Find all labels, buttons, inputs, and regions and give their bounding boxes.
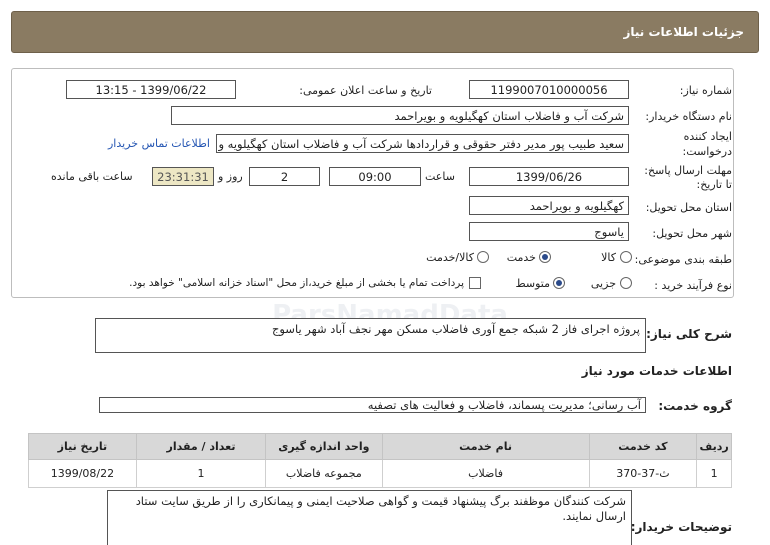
buyer-org-field: شرکت آب و فاضلاب استان کهگیلویه و بویراح…: [171, 106, 629, 125]
buyer-contact-link[interactable]: اطلاعات تماس خریدار: [108, 137, 210, 150]
col-need-date: تاریخ نیاز: [28, 433, 137, 460]
creator-field: سعید طبیب پور مدیر دفتر حقوقی و قرارداده…: [216, 134, 629, 153]
announce-date-label: تاریخ و ساعت اعلان عمومی:: [299, 84, 432, 97]
cell-row-number: 1: [696, 459, 732, 488]
category-radio-goods-service[interactable]: [477, 251, 489, 263]
service-group-field: آب رسانی؛ مدیریت پسماند، فاضلاب و فعالیت…: [99, 397, 646, 413]
buyer-notes-label: توضیحات خریدار:: [630, 520, 732, 534]
city-field: یاسوج: [469, 222, 629, 241]
col-service-code: کد خدمت: [588, 433, 698, 460]
category-label: طبقه بندی موضوعی:: [634, 253, 732, 266]
summary-label: شرح کلی نیاز:: [646, 327, 732, 341]
services-table-header: ردیف کد خدمت نام خدمت واحد اندازه گیری ت…: [28, 433, 732, 460]
deadline-date-field: 1399/06/26: [469, 167, 629, 186]
province-field: کهگیلویه و بویراحمد: [469, 196, 629, 215]
category-option-service: خدمت: [506, 251, 536, 264]
province-label: استان محل تحویل:: [645, 201, 732, 214]
process-option-medium: متوسط: [515, 277, 550, 290]
cell-service-code: ث-37-370: [588, 459, 698, 488]
cell-service-name: فاضلاب: [381, 459, 590, 488]
category-radio-service[interactable]: [539, 251, 551, 263]
cell-need-date: 1399/08/22: [28, 459, 137, 488]
deadline-time-label: ساعت: [425, 170, 455, 183]
col-quantity: تعداد / مقدار: [135, 433, 267, 460]
announce-date-field: 1399/06/22 - 13:15: [66, 80, 236, 99]
treasury-payment-note: پرداخت تمام یا بخشی از مبلغ خرید،از محل …: [129, 277, 464, 289]
deadline-time-field: 09:00: [329, 167, 421, 186]
creator-label-line1: ایجاد کننده: [683, 130, 732, 143]
deadline-label-line2: تا تاریخ:: [696, 178, 732, 191]
treasury-payment-checkbox[interactable]: [469, 277, 481, 289]
days-label: روز و: [218, 170, 243, 183]
remaining-time-field: 23:31:31: [152, 167, 214, 186]
process-option-minor: جزیی: [590, 277, 616, 290]
remaining-time-label: ساعت باقی مانده: [51, 170, 133, 183]
summary-field: پروژه اجرای فاز 2 شبکه جمع آوری فاضلاب م…: [95, 318, 646, 353]
need-number-label: شماره نیاز:: [679, 84, 732, 97]
col-unit: واحد اندازه گیری: [265, 433, 383, 460]
cell-unit: مجموعه فاضلاب: [265, 459, 383, 488]
city-label: شهر محل تحویل:: [652, 227, 732, 240]
col-service-name: نام خدمت: [381, 433, 590, 460]
need-number-field: 1199007010000056: [469, 80, 629, 99]
process-radio-minor[interactable]: [620, 277, 632, 289]
process-type-label: نوع فرآیند خرید :: [654, 279, 732, 292]
buyer-notes-field: شرکت کنندگان موظفند برگ پیشنهاد قیمت و گ…: [107, 490, 632, 545]
services-table: ردیف کد خدمت نام خدمت واحد اندازه گیری ت…: [28, 433, 732, 488]
page-header: جزئیات اطلاعات نیاز: [11, 11, 759, 53]
buyer-org-label: نام دستگاه خریدار:: [645, 110, 732, 123]
cell-quantity: 1: [135, 459, 267, 488]
days-remaining-field: 2: [249, 167, 320, 186]
page-title: جزئیات اطلاعات نیاز: [623, 25, 744, 39]
category-option-goods-service: کالا/خدمت: [426, 251, 474, 264]
category-option-goods: کالا: [601, 251, 616, 264]
col-row-number: ردیف: [696, 433, 732, 460]
deadline-label-line1: مهلت ارسال پاسخ:: [644, 164, 732, 177]
category-radio-goods[interactable]: [620, 251, 632, 263]
creator-label-line2: درخواست:: [682, 145, 732, 158]
process-radio-medium[interactable]: [553, 277, 565, 289]
service-group-label: گروه خدمت:: [658, 399, 732, 413]
services-section-title: اطلاعات خدمات مورد نیاز: [581, 364, 732, 378]
table-row: 1 ث-37-370 فاضلاب مجموعه فاضلاب 1 1399/0…: [28, 459, 732, 488]
